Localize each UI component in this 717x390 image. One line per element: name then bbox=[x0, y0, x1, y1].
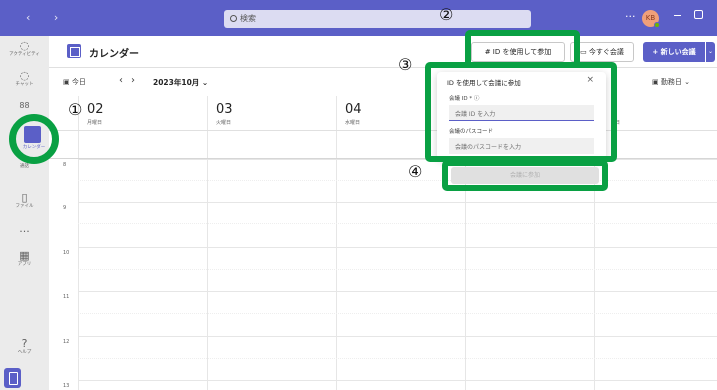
rail-item-files[interactable]: ▯ ファイル bbox=[0, 192, 49, 210]
presence-dot bbox=[654, 22, 660, 28]
calendar-app-icon bbox=[67, 44, 81, 58]
chevron-down-icon: ⌄ bbox=[199, 78, 209, 87]
video-icon: ▭ bbox=[580, 48, 589, 56]
apps-icon: ▦ bbox=[19, 249, 30, 262]
month-picker[interactable]: 2023年10月 ⌄ bbox=[153, 77, 208, 88]
hour-line bbox=[78, 380, 717, 381]
rail-item-more[interactable]: ··· bbox=[0, 226, 49, 238]
view-selector[interactable]: ▣ 勤務日 ⌄ bbox=[652, 77, 690, 87]
hour-label: 13 bbox=[63, 383, 70, 389]
device-icon[interactable] bbox=[4, 368, 21, 388]
rail-item-label: ヘルプ bbox=[17, 350, 32, 355]
hour-line bbox=[78, 291, 717, 292]
calendar-small-icon: ▣ bbox=[63, 78, 72, 86]
highlight-rect-popup bbox=[425, 62, 617, 162]
meet-now-label: 今すぐ会議 bbox=[588, 48, 624, 56]
hour-line bbox=[78, 247, 717, 248]
hour-line bbox=[78, 336, 717, 337]
rail-item-label: アプリ bbox=[17, 262, 32, 267]
hour-label: 10 bbox=[63, 250, 70, 256]
new-meeting-button[interactable]: + 新しい会議 bbox=[643, 42, 705, 62]
page-title: カレンダー bbox=[89, 49, 139, 60]
view-label: 勤務日 bbox=[660, 78, 682, 86]
rail-item-help[interactable]: ? ヘルプ bbox=[0, 338, 49, 356]
rail-item-label: 通話 bbox=[20, 164, 29, 169]
title-bar: ‹ › 検索 ··· KB bbox=[0, 0, 717, 36]
half-hour-line bbox=[78, 358, 717, 359]
rail-item-label: アクティビティ bbox=[9, 52, 40, 57]
half-hour-line bbox=[78, 223, 717, 224]
more-options-icon[interactable]: ··· bbox=[625, 10, 636, 23]
hour-line bbox=[78, 159, 717, 160]
highlight-rect-join-button bbox=[442, 160, 608, 191]
annotation-marker-2: ② bbox=[439, 5, 454, 24]
rail-item-label: ファイル bbox=[15, 204, 34, 209]
files-icon: ▯ bbox=[21, 191, 28, 204]
annotation-marker-1: ① bbox=[68, 100, 83, 119]
calendar-header: カレンダー # ID を使用して参加 ▭ 今すぐ会議 + 新しい会議 ⌄ bbox=[49, 36, 717, 68]
rail-item-label: チャット bbox=[15, 82, 34, 87]
minimize-icon[interactable] bbox=[674, 15, 681, 16]
half-hour-line bbox=[78, 313, 717, 314]
rail-item-teams[interactable]: 88 bbox=[0, 100, 49, 112]
chevron-down-icon[interactable]: ⌄ bbox=[706, 42, 715, 62]
half-hour-line bbox=[78, 269, 717, 270]
half-hour-line bbox=[78, 180, 717, 181]
hour-label: 11 bbox=[63, 294, 70, 300]
search-bar[interactable]: 検索 bbox=[224, 10, 531, 28]
rail-item-calls[interactable]: 通話 bbox=[0, 164, 49, 170]
maximize-icon[interactable] bbox=[694, 10, 703, 19]
today-label: 今日 bbox=[71, 78, 86, 86]
hour-line bbox=[78, 202, 717, 203]
hour-label: 8 bbox=[63, 162, 67, 168]
chat-icon: ◌ bbox=[19, 69, 30, 82]
rail-item-apps[interactable]: ▦ アプリ bbox=[0, 250, 49, 268]
today-button[interactable]: ▣ 今日 bbox=[63, 77, 86, 87]
search-icon bbox=[230, 15, 237, 22]
calendar-view-icon: ▣ bbox=[652, 78, 661, 86]
prev-next-arrows[interactable]: ‹› bbox=[119, 75, 143, 86]
search-placeholder: 検索 bbox=[240, 14, 256, 23]
highlight-circle-calendar bbox=[9, 114, 59, 164]
month-label: 2023年10月 bbox=[153, 78, 200, 87]
more-icon: ··· bbox=[19, 225, 30, 238]
annotation-marker-3: ③ bbox=[398, 55, 413, 74]
chevron-down-icon: ⌄ bbox=[681, 78, 690, 86]
rail-item-chat[interactable]: ◌ チャット bbox=[0, 70, 49, 88]
help-icon: ? bbox=[21, 337, 28, 350]
rail-item-activity[interactable]: ◌ アクティビティ bbox=[0, 40, 49, 58]
app-rail: ◌ アクティビティ ◌ チャット 88 カレンダー 通話 ▯ ファイル ··· … bbox=[0, 36, 49, 390]
hour-label: 9 bbox=[63, 205, 67, 211]
teams-icon: 88 bbox=[19, 101, 30, 110]
teams-window: ‹ › 検索 ··· KB ◌ アクティビティ ◌ チャット 88 カレンダー … bbox=[0, 0, 717, 390]
bell-icon: ◌ bbox=[19, 39, 30, 52]
annotation-marker-4: ④ bbox=[408, 162, 423, 181]
hour-label: 12 bbox=[63, 339, 70, 345]
back-forward-arrows[interactable]: ‹ › bbox=[26, 11, 68, 24]
